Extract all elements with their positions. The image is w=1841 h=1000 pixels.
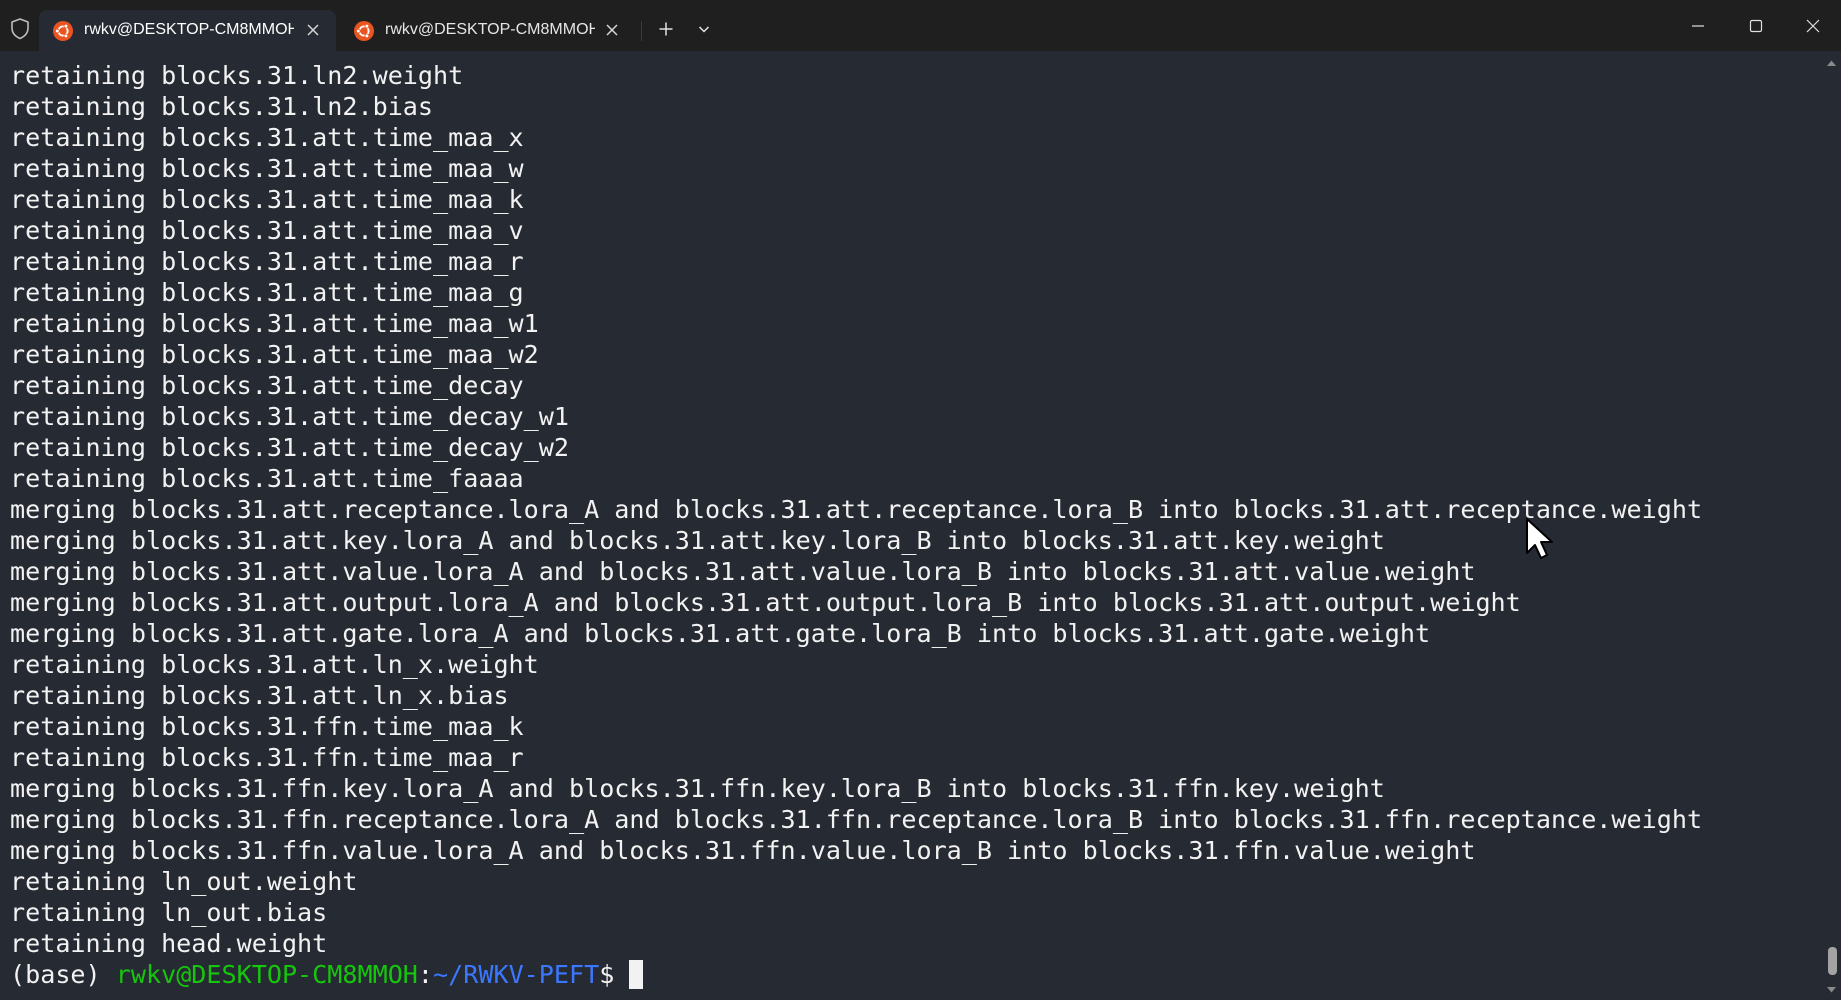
maximize-icon bbox=[1749, 19, 1763, 32]
prompt-colon: : bbox=[417, 960, 434, 989]
tab-active[interactable]: rwkv@DESKTOP-CM8MMOH: ~/RWKV-PEFT bbox=[39, 10, 336, 51]
terminal-line: retaining blocks.31.att.time_maa_w bbox=[10, 154, 524, 183]
tab-separator bbox=[641, 21, 642, 41]
shield-icon bbox=[11, 18, 29, 40]
chevron-down-icon bbox=[698, 26, 710, 33]
close-window-button[interactable] bbox=[1784, 0, 1841, 51]
new-tab-button[interactable] bbox=[650, 13, 682, 45]
ubuntu-icon bbox=[53, 21, 73, 41]
terminal-line: merging blocks.31.ffn.key.lora_A and blo… bbox=[10, 774, 1385, 803]
terminal-line: retaining blocks.31.ffn.time_maa_r bbox=[10, 743, 524, 772]
tab-title: rwkv@DESKTOP-CM8MMOH: ~/RWKV-PEFT bbox=[84, 21, 294, 38]
plus-icon bbox=[659, 22, 673, 36]
terminal-line: retaining blocks.31.att.time_maa_w2 bbox=[10, 340, 539, 369]
close-icon bbox=[1806, 19, 1820, 32]
terminal-line: retaining blocks.31.att.time_maa_g bbox=[10, 278, 524, 307]
terminal-line: retaining head.weight bbox=[10, 929, 328, 958]
terminal-line: retaining blocks.31.att.time_maa_k bbox=[10, 185, 524, 214]
prompt-user-host: rwkv@DESKTOP-CM8MMOH bbox=[115, 960, 418, 989]
minimize-icon bbox=[1692, 24, 1704, 27]
text-cursor bbox=[629, 960, 644, 989]
terminal-line: merging blocks.31.att.value.lora_A and b… bbox=[10, 557, 1476, 586]
terminal-line: merging blocks.31.ffn.value.lora_A and b… bbox=[10, 836, 1476, 865]
prompt-path: ~/RWKV-PEFT bbox=[433, 960, 600, 989]
terminal-window: rwkv@DESKTOP-CM8MMOH: ~/RWKV-PEFT rwkv@D… bbox=[0, 0, 1841, 1000]
terminal-line: retaining blocks.31.ln2.weight bbox=[10, 61, 464, 90]
terminal-line: retaining ln_out.bias bbox=[10, 898, 328, 927]
title-bar[interactable]: rwkv@DESKTOP-CM8MMOH: ~/RWKV-PEFT rwkv@D… bbox=[0, 0, 1841, 51]
close-icon[interactable] bbox=[603, 21, 621, 39]
tab-inactive[interactable]: rwkv@DESKTOP-CM8MMOH: ~ bbox=[340, 10, 635, 51]
terminal-line: retaining blocks.31.att.time_decay bbox=[10, 371, 524, 400]
terminal-line: retaining blocks.31.att.time_maa_w1 bbox=[10, 309, 539, 338]
prompt-env: (base) bbox=[10, 960, 116, 989]
prompt-symbol: $ bbox=[599, 960, 630, 989]
scroll-down-icon[interactable] bbox=[1826, 986, 1837, 994]
terminal-line: retaining blocks.31.ffn.time_maa_k bbox=[10, 712, 524, 741]
terminal-line: retaining blocks.31.att.time_maa_x bbox=[10, 123, 524, 152]
tab-dropdown-button[interactable] bbox=[688, 13, 720, 45]
scrollbar-thumb[interactable] bbox=[1828, 947, 1837, 975]
terminal-line: retaining blocks.31.att.ln_x.bias bbox=[10, 681, 509, 710]
prompt-line[interactable]: (base) rwkv@DESKTOP-CM8MMOH:~/RWKV-PEFT$ bbox=[10, 959, 1702, 990]
maximize-button[interactable] bbox=[1727, 0, 1785, 51]
terminal-line: retaining blocks.31.att.time_decay_w1 bbox=[10, 402, 569, 431]
mouse-pointer-icon bbox=[1526, 518, 1553, 559]
terminal-output: retaining blocks.31.ln2.weight retaining … bbox=[10, 60, 1702, 990]
ubuntu-icon bbox=[354, 21, 374, 41]
terminal-line: retaining blocks.31.att.time_maa_v bbox=[10, 216, 524, 245]
terminal-line: merging blocks.31.att.gate.lora_A and bl… bbox=[10, 619, 1431, 648]
vertical-scrollbar[interactable] bbox=[1822, 51, 1841, 1000]
terminal-line: merging blocks.31.ffn.receptance.lora_A … bbox=[10, 805, 1703, 834]
tab-title: rwkv@DESKTOP-CM8MMOH: ~ bbox=[385, 21, 595, 38]
terminal-line: retaining ln_out.weight bbox=[10, 867, 358, 896]
terminal-line: merging blocks.31.att.output.lora_A and … bbox=[10, 588, 1521, 617]
terminal-line: retaining blocks.31.att.ln_x.weight bbox=[10, 650, 539, 679]
terminal-line: merging blocks.31.att.receptance.lora_A … bbox=[10, 495, 1703, 524]
minimize-button[interactable] bbox=[1669, 0, 1727, 51]
terminal-line: retaining blocks.31.ln2.bias bbox=[10, 92, 434, 121]
terminal-line: retaining blocks.31.att.time_faaaa bbox=[10, 464, 524, 493]
terminal-line: merging blocks.31.att.key.lora_A and blo… bbox=[10, 526, 1385, 555]
scroll-up-icon[interactable] bbox=[1826, 59, 1837, 67]
terminal-line: retaining blocks.31.att.time_maa_r bbox=[10, 247, 524, 276]
close-icon[interactable] bbox=[304, 21, 322, 39]
terminal-line: retaining blocks.31.att.time_decay_w2 bbox=[10, 433, 569, 462]
